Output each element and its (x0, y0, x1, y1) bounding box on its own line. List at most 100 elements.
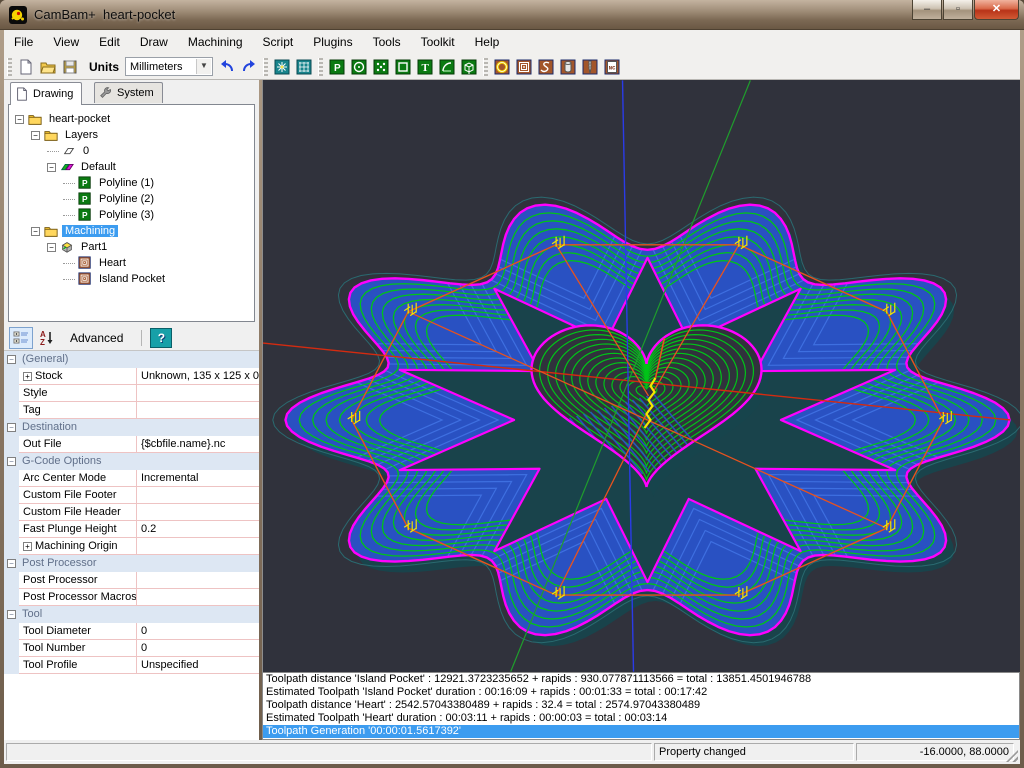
tree-expander[interactable]: − (31, 131, 40, 140)
tree-item-island-pocket[interactable]: Island Pocket (9, 271, 254, 287)
menu-item-edit[interactable]: Edit (89, 30, 130, 54)
property-value[interactable]: {$cbfile.name}.nc (137, 436, 259, 453)
undo-button[interactable] (216, 56, 238, 78)
property-value[interactable] (137, 504, 259, 521)
log-line[interactable]: Toolpath Generation '00:00:01.5617392' (263, 725, 1019, 738)
property-row[interactable]: +StockUnknown, 135 x 125 x 0 (4, 368, 259, 385)
tree-item-part1[interactable]: −Part1 (9, 239, 254, 255)
menu-item-script[interactable]: Script (253, 30, 304, 54)
property-value[interactable] (137, 385, 259, 402)
tree-item-polyline-1-[interactable]: PPolyline (1) (9, 175, 254, 191)
property-expand-icon[interactable]: + (23, 542, 32, 551)
mop-engrave-button[interactable] (535, 56, 557, 78)
property-row[interactable]: Custom File Header (4, 504, 259, 521)
property-value[interactable]: Unspecified (137, 657, 259, 674)
open-file-button[interactable] (37, 56, 59, 78)
viewport-3d[interactable] (262, 80, 1020, 672)
draw-polyline-button[interactable]: P (326, 56, 348, 78)
property-expand-icon[interactable]: + (23, 372, 32, 381)
category-collapse-icon[interactable]: − (7, 355, 16, 364)
property-category[interactable]: −G-Code Options (4, 453, 259, 470)
tree-expander[interactable]: − (47, 243, 56, 252)
menu-item-machining[interactable]: Machining (178, 30, 253, 54)
property-row[interactable]: Style (4, 385, 259, 402)
units-dropdown-arrow[interactable]: ▼ (196, 59, 211, 74)
draw-text-button[interactable]: T (414, 56, 436, 78)
draw-arc-button[interactable] (436, 56, 458, 78)
tree-item-polyline-2-[interactable]: PPolyline (2) (9, 191, 254, 207)
property-row[interactable]: Fast Plunge Height0.2 (4, 521, 259, 538)
menu-item-draw[interactable]: Draw (130, 30, 178, 54)
property-value[interactable] (137, 538, 259, 555)
menu-item-tools[interactable]: Tools (363, 30, 411, 54)
property-row[interactable]: Out File{$cbfile.name}.nc (4, 436, 259, 453)
units-combobox[interactable]: Millimeters▼ (125, 57, 213, 76)
property-category[interactable]: −Tool (4, 606, 259, 623)
property-value[interactable]: 0.2 (137, 521, 259, 538)
mop-profile-button[interactable] (491, 56, 513, 78)
tree-item-polyline-3-[interactable]: PPolyline (3) (9, 207, 254, 223)
property-value[interactable]: 0 (137, 623, 259, 640)
tree-item-machining[interactable]: −Machining (9, 223, 254, 239)
draw-points-button[interactable] (370, 56, 392, 78)
mop-gcode-button[interactable]: NC (601, 56, 623, 78)
title-bar[interactable]: CamBam+ heart-pocket – ▫ ✕ (0, 0, 1024, 30)
menu-item-help[interactable]: Help (465, 30, 510, 54)
redo-button[interactable] (238, 56, 260, 78)
tree-item-default[interactable]: −Default (9, 159, 254, 175)
menu-item-view[interactable]: View (43, 30, 89, 54)
property-row[interactable]: Tool ProfileUnspecified (4, 657, 259, 674)
alphabetical-sort-button[interactable]: A Z (36, 328, 58, 348)
draw-surface-button[interactable] (458, 56, 480, 78)
tree-expander[interactable]: − (31, 227, 40, 236)
property-value[interactable] (137, 572, 259, 589)
tab-drawing[interactable]: Drawing (10, 82, 82, 105)
property-row[interactable]: Post Processor Macros (4, 589, 259, 606)
advanced-button[interactable]: Advanced (70, 331, 123, 345)
tree-item-0[interactable]: 0 (9, 143, 254, 159)
property-value[interactable] (137, 487, 259, 504)
tree-item-heart-pocket[interactable]: −heart-pocket (9, 111, 254, 127)
property-row[interactable]: Post Processor (4, 572, 259, 589)
maximize-button[interactable]: ▫ (943, 0, 973, 20)
property-value[interactable] (137, 402, 259, 419)
menu-item-plugins[interactable]: Plugins (303, 30, 362, 54)
property-category[interactable]: −Destination (4, 419, 259, 436)
property-category[interactable]: −Post Processor (4, 555, 259, 572)
draw-rectangle-button[interactable] (392, 56, 414, 78)
menu-item-toolkit[interactable]: Toolkit (411, 30, 465, 54)
property-value[interactable]: Incremental (137, 470, 259, 487)
category-collapse-icon[interactable]: − (7, 457, 16, 466)
mop-drillbit-button[interactable] (579, 56, 601, 78)
mop-pocket-button[interactable] (513, 56, 535, 78)
tree-item-layers[interactable]: −Layers (9, 127, 254, 143)
save-file-button[interactable] (59, 56, 81, 78)
property-value[interactable]: Unknown, 135 x 125 x 0 (137, 368, 259, 385)
tree-expander[interactable]: − (15, 115, 24, 124)
property-row[interactable]: Arc Center ModeIncremental (4, 470, 259, 487)
log-line[interactable]: Toolpath distance 'Heart' : 2542.5704338… (263, 699, 1019, 712)
property-row[interactable]: +Machining Origin (4, 538, 259, 555)
category-collapse-icon[interactable]: − (7, 610, 16, 619)
property-row[interactable]: Tool Number0 (4, 640, 259, 657)
log-line[interactable]: Toolpath distance 'Island Pocket' : 1292… (263, 673, 1019, 686)
draw-circle-button[interactable] (348, 56, 370, 78)
tree-expander[interactable]: − (47, 163, 56, 172)
property-row[interactable]: Tag (4, 402, 259, 419)
property-value[interactable]: 0 (137, 640, 259, 657)
property-category[interactable]: −(General) (4, 351, 259, 368)
snap-grid-button[interactable] (293, 56, 315, 78)
tree-item-heart[interactable]: Heart (9, 255, 254, 271)
property-row[interactable]: Tool Diameter0 (4, 623, 259, 640)
mop-drill-button[interactable] (557, 56, 579, 78)
property-value[interactable] (137, 589, 259, 606)
close-button[interactable]: ✕ (974, 0, 1019, 20)
minimize-button[interactable]: – (912, 0, 942, 20)
property-row[interactable]: Custom File Footer (4, 487, 259, 504)
new-file-button[interactable] (15, 56, 37, 78)
category-collapse-icon[interactable]: − (7, 423, 16, 432)
log-line[interactable]: Estimated Toolpath 'Island Pocket' durat… (263, 686, 1019, 699)
snap-point-button[interactable] (271, 56, 293, 78)
category-collapse-icon[interactable]: − (7, 559, 16, 568)
help-icon[interactable]: ? (150, 328, 172, 348)
